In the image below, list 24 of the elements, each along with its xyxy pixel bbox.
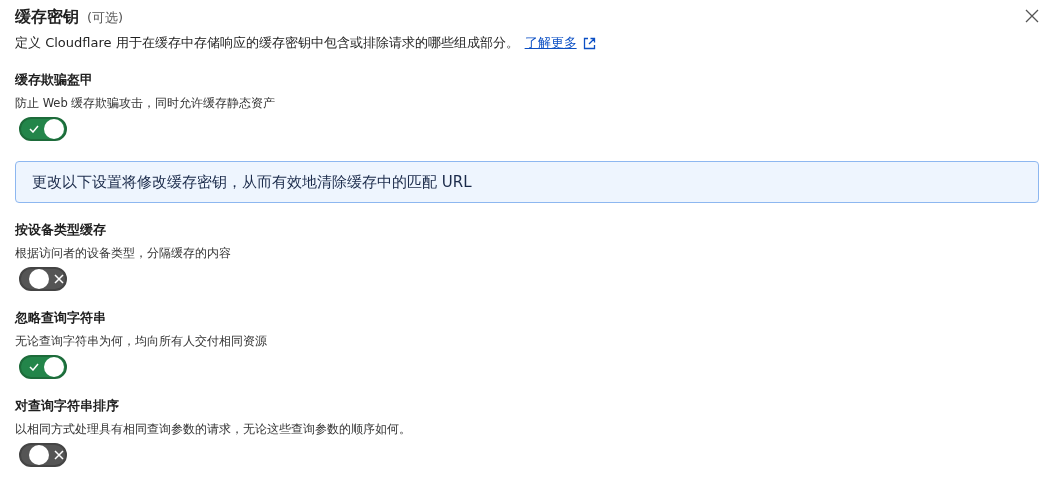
setting-description: 根据访问者的设备类型，分隔缓存的内容 [15, 245, 232, 261]
close-button[interactable] [1025, 9, 1041, 25]
x-icon [54, 450, 64, 460]
x-icon [54, 274, 64, 284]
dialog-title: 缓存密钥 [15, 6, 79, 28]
description-text: 定义 Cloudflare 用于在缓存中存储响应的缓存密钥中包含或排除请求的哪些组成部分。 [15, 34, 519, 52]
toggle-switch[interactable] [19, 355, 67, 379]
toggle-switch[interactable] [19, 443, 67, 467]
close-icon [1025, 9, 1039, 23]
setting-title: 忽略查询字符串 [15, 309, 107, 327]
check-icon [29, 363, 39, 371]
setting-title: 按设备类型缓存 [15, 221, 107, 239]
setting-title: 缓存欺骗盔甲 [15, 71, 94, 89]
external-link-icon [582, 36, 596, 50]
setting-description: 无论查询字符串为何，均向所有人交付相同资源 [15, 333, 268, 349]
info-banner: 更改以下设置将修改缓存密钥，从而有效地清除缓存中的匹配 URL [15, 161, 1039, 203]
setting-title: 对查询字符串排序 [15, 397, 120, 415]
toggle-switch[interactable] [19, 267, 67, 291]
toggle-switch[interactable] [19, 117, 67, 141]
check-icon [29, 125, 39, 133]
setting-description: 防止 Web 缓存欺骗攻击，同时允许缓存静态资产 [15, 95, 277, 111]
setting-description: 以相同方式处理具有相同查询参数的请求，无论这些查询参数的顺序如何。 [15, 421, 412, 437]
learn-more-link[interactable]: 了解更多 [524, 33, 577, 53]
optional-label: (可选) [87, 9, 124, 27]
